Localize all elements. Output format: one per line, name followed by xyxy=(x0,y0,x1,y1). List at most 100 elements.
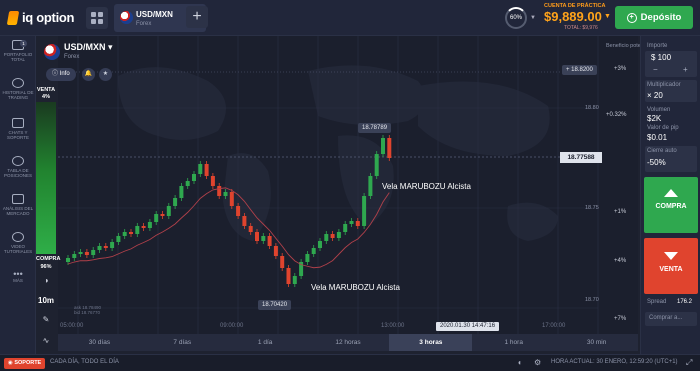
amount-value[interactable]: $ 100 xyxy=(651,53,671,62)
sell-sentiment-label: VENTA xyxy=(36,87,56,93)
fullscreen-icon[interactable]: ⤢ xyxy=(686,358,692,368)
candle-body xyxy=(273,246,278,256)
candle-body xyxy=(387,138,392,158)
usd-mxn-flag-icon xyxy=(120,11,133,24)
candle-body xyxy=(185,181,190,186)
buy-button[interactable]: COMPRA xyxy=(644,177,698,233)
candle-body xyxy=(217,186,222,196)
spread-value: 176.2 xyxy=(677,299,693,305)
candle-body xyxy=(154,214,159,222)
candle-body xyxy=(129,232,133,234)
period-30m[interactable]: 30 min xyxy=(555,334,638,351)
amount-minus-button[interactable]: − xyxy=(653,65,658,74)
potential-pct-label: +1% xyxy=(614,209,627,215)
volume-icon[interactable]: ◖ xyxy=(517,358,522,367)
sidebar-item-label: TABLA DE POSICIONES xyxy=(3,168,32,178)
buy-at-label: Comprar a... xyxy=(649,315,683,321)
info-button[interactable]: ⓘ Info xyxy=(46,68,76,81)
indicators-icon[interactable]: ∿ xyxy=(38,336,54,345)
period-1d[interactable]: 1 día xyxy=(224,334,307,351)
annotation-marubozu-bottom: Vela MARUBOZU Alcista xyxy=(311,283,400,292)
candle-body xyxy=(173,198,178,206)
add-asset-button[interactable]: + xyxy=(186,6,208,28)
high-price-tag: 18.78789 xyxy=(358,123,392,133)
sidebar-item-portfolio[interactable]: 1 PORTAFOLIO TOTAL xyxy=(0,40,36,62)
amount-plus-button[interactable]: + xyxy=(683,65,688,74)
support-button[interactable]: ◉ SOPORTE xyxy=(4,358,46,369)
current-price-tag: 18.77588 xyxy=(560,152,602,163)
balance-chevron-down-icon[interactable]: ▼ xyxy=(604,13,611,20)
sidebar-item-more[interactable]: ••• MÁS xyxy=(0,270,36,284)
multiplier-value[interactable]: × 20 xyxy=(647,91,663,100)
amount-label: Importe xyxy=(647,43,668,49)
candle-body xyxy=(223,192,228,196)
multiplier-field[interactable]: Multiplicador × 20 xyxy=(645,80,697,102)
buy-at-price-button[interactable]: Comprar a... xyxy=(645,312,697,326)
candle-body xyxy=(116,236,121,242)
trade-panel: Importe $ 100 − + Multiplicador × 20 Vol… xyxy=(640,36,700,354)
settings-gear-icon[interactable]: ⚙ xyxy=(534,358,541,367)
sidebar-item-market-analysis[interactable]: ANÁLISIS DEL MERCADO xyxy=(0,194,36,216)
candle-body xyxy=(72,254,77,258)
candle-body xyxy=(122,232,127,236)
all-assets-grid-icon[interactable] xyxy=(86,7,108,29)
candle-body xyxy=(292,276,297,284)
potential-pct-label: +3% xyxy=(614,66,627,72)
candle-body xyxy=(324,234,329,241)
auto-close-field[interactable]: Cierre auto -50% xyxy=(645,146,697,172)
candle-body xyxy=(229,192,234,206)
bid-value: bid 18.76770 xyxy=(74,310,101,315)
profit-gauge[interactable]: 60% xyxy=(505,7,527,29)
draw-pencil-icon[interactable]: ✎ xyxy=(38,315,54,324)
period-3h[interactable]: 3 horas xyxy=(389,334,473,351)
sidebar-item-tutorials[interactable]: VIDEO TUTORIALES xyxy=(0,232,36,254)
potential-pct-label: +4% xyxy=(614,258,627,264)
usd-mxn-flag-icon xyxy=(44,44,60,60)
x-axis-label: 17:00:00 xyxy=(542,323,566,329)
candle-body xyxy=(280,256,285,268)
candle-body xyxy=(355,221,360,226)
low-price-tag: 18.70420 xyxy=(258,300,292,310)
star-icon[interactable]: ★ xyxy=(99,68,112,81)
plus-circle-icon: + xyxy=(626,12,637,23)
chevron-down-icon[interactable]: ▼ xyxy=(530,15,536,21)
buy-sentiment-pct: 96% xyxy=(40,264,52,270)
bell-icon[interactable]: 🔔 xyxy=(82,68,95,81)
logo-text: iq option xyxy=(22,10,75,25)
sell-button[interactable]: VENTA xyxy=(644,238,698,294)
candle-body xyxy=(255,232,259,241)
logo[interactable]: iq option xyxy=(6,10,75,25)
timeframe-selector[interactable]: 10m xyxy=(38,296,54,305)
support-label: SOPORTE xyxy=(14,360,42,366)
candle-body xyxy=(305,254,310,262)
sidebar-item-history[interactable]: HISTORIAL DE TRADING xyxy=(0,78,36,100)
candle-body xyxy=(192,174,196,181)
period-12h[interactable]: 12 horas xyxy=(307,334,390,351)
asset-tab-sub: Forex xyxy=(136,21,152,27)
ask-bid-readout: ask 18.78490 bid 18.76770 xyxy=(74,305,101,315)
portfolio-badge: 1 xyxy=(20,40,27,47)
indicator-toggle-icon[interactable]: ◑ xyxy=(38,276,54,285)
sidebar-item-leaderboard[interactable]: TABLA DE POSICIONES xyxy=(0,156,36,178)
amount-field[interactable]: $ 100 − + xyxy=(645,51,697,77)
chart-asset-selector[interactable]: USD/MXN ▾ xyxy=(64,42,113,53)
top-price-value: 18.8200 xyxy=(571,67,593,73)
candle-body xyxy=(166,206,171,216)
sell-label: VENTA xyxy=(659,266,683,273)
balance[interactable]: $9,889.00 xyxy=(544,9,602,24)
sidebar-item-chats[interactable]: CHATS Y SOPORTE xyxy=(0,118,36,140)
deposit-button[interactable]: + Depósito xyxy=(615,6,693,29)
leaderboard-icon xyxy=(12,156,24,166)
sentiment-bar xyxy=(36,102,56,254)
calendar-icon xyxy=(12,194,24,204)
period-1h[interactable]: 1 hora xyxy=(472,334,555,351)
info-label: Info xyxy=(59,71,70,77)
trading-app: iq option USD/MXN Forex + 60% ▼ CUENTA D… xyxy=(0,0,700,371)
period-7d[interactable]: 7 días xyxy=(141,334,224,351)
auto-close-value[interactable]: -50% xyxy=(647,158,666,167)
sidebar-item-label: MÁS xyxy=(13,278,23,283)
period-30d[interactable]: 30 días xyxy=(58,334,141,351)
y-axis-label: 18.70 xyxy=(585,297,599,303)
slogan: CADA DÍA, TODO EL DÍA xyxy=(50,359,119,365)
candle-body xyxy=(248,226,253,232)
